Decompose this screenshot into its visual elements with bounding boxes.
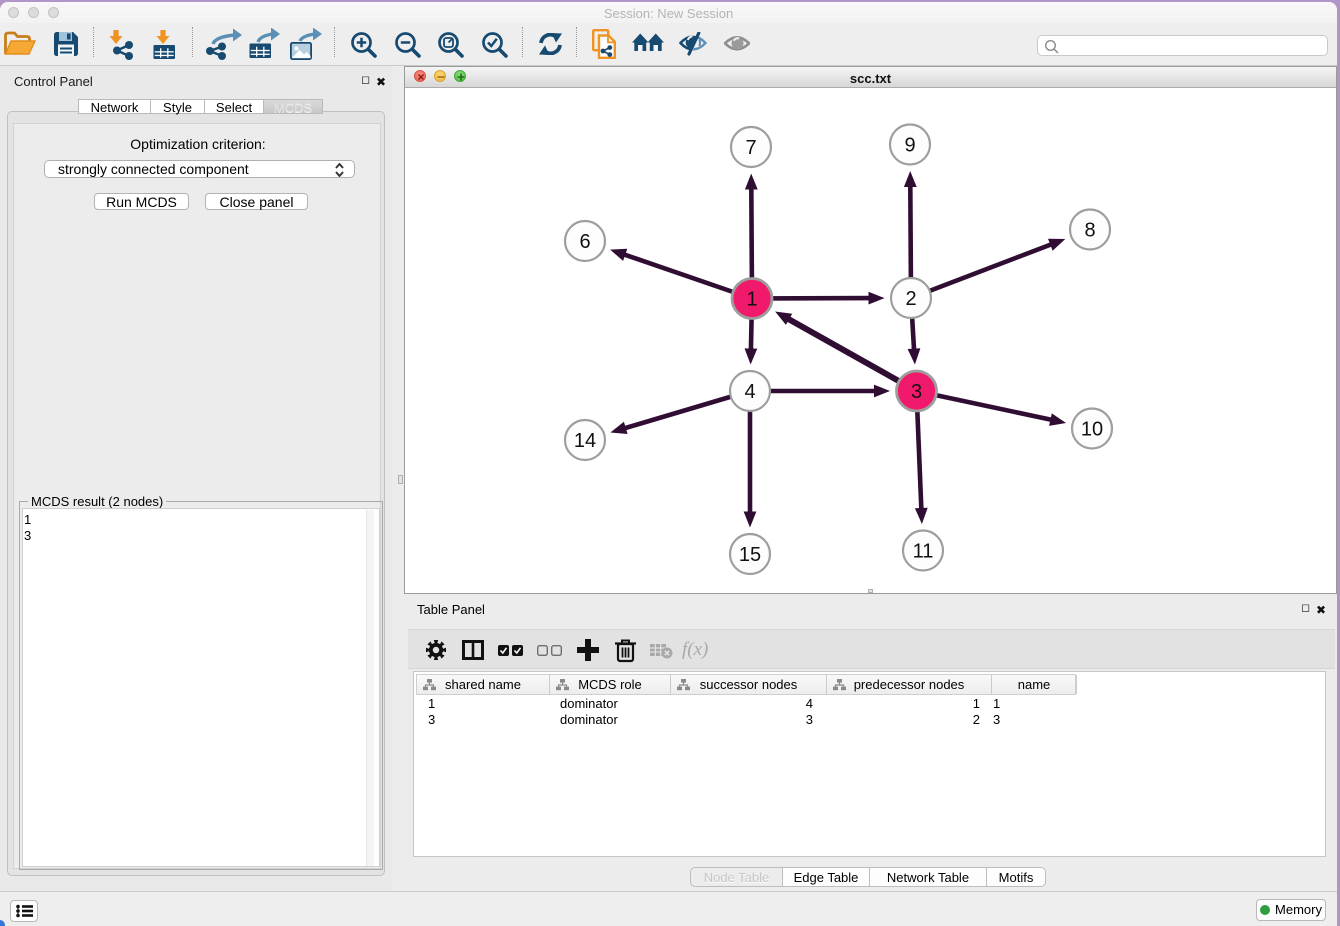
svg-text:14: 14 <box>574 430 596 452</box>
svg-text:3: 3 <box>911 381 922 403</box>
svg-text:15: 15 <box>739 544 761 566</box>
svg-text:7: 7 <box>745 137 756 159</box>
svg-text:8: 8 <box>1084 220 1095 242</box>
svg-text:9: 9 <box>904 135 915 157</box>
svg-text:2: 2 <box>905 288 916 310</box>
svg-text:f(x): f(x) <box>682 639 708 660</box>
svg-text:6: 6 <box>579 231 590 253</box>
svg-text:1: 1 <box>746 289 757 311</box>
svg-text:4: 4 <box>744 381 755 403</box>
svg-text:11: 11 <box>913 541 934 563</box>
svg-text:10: 10 <box>1081 419 1103 441</box>
